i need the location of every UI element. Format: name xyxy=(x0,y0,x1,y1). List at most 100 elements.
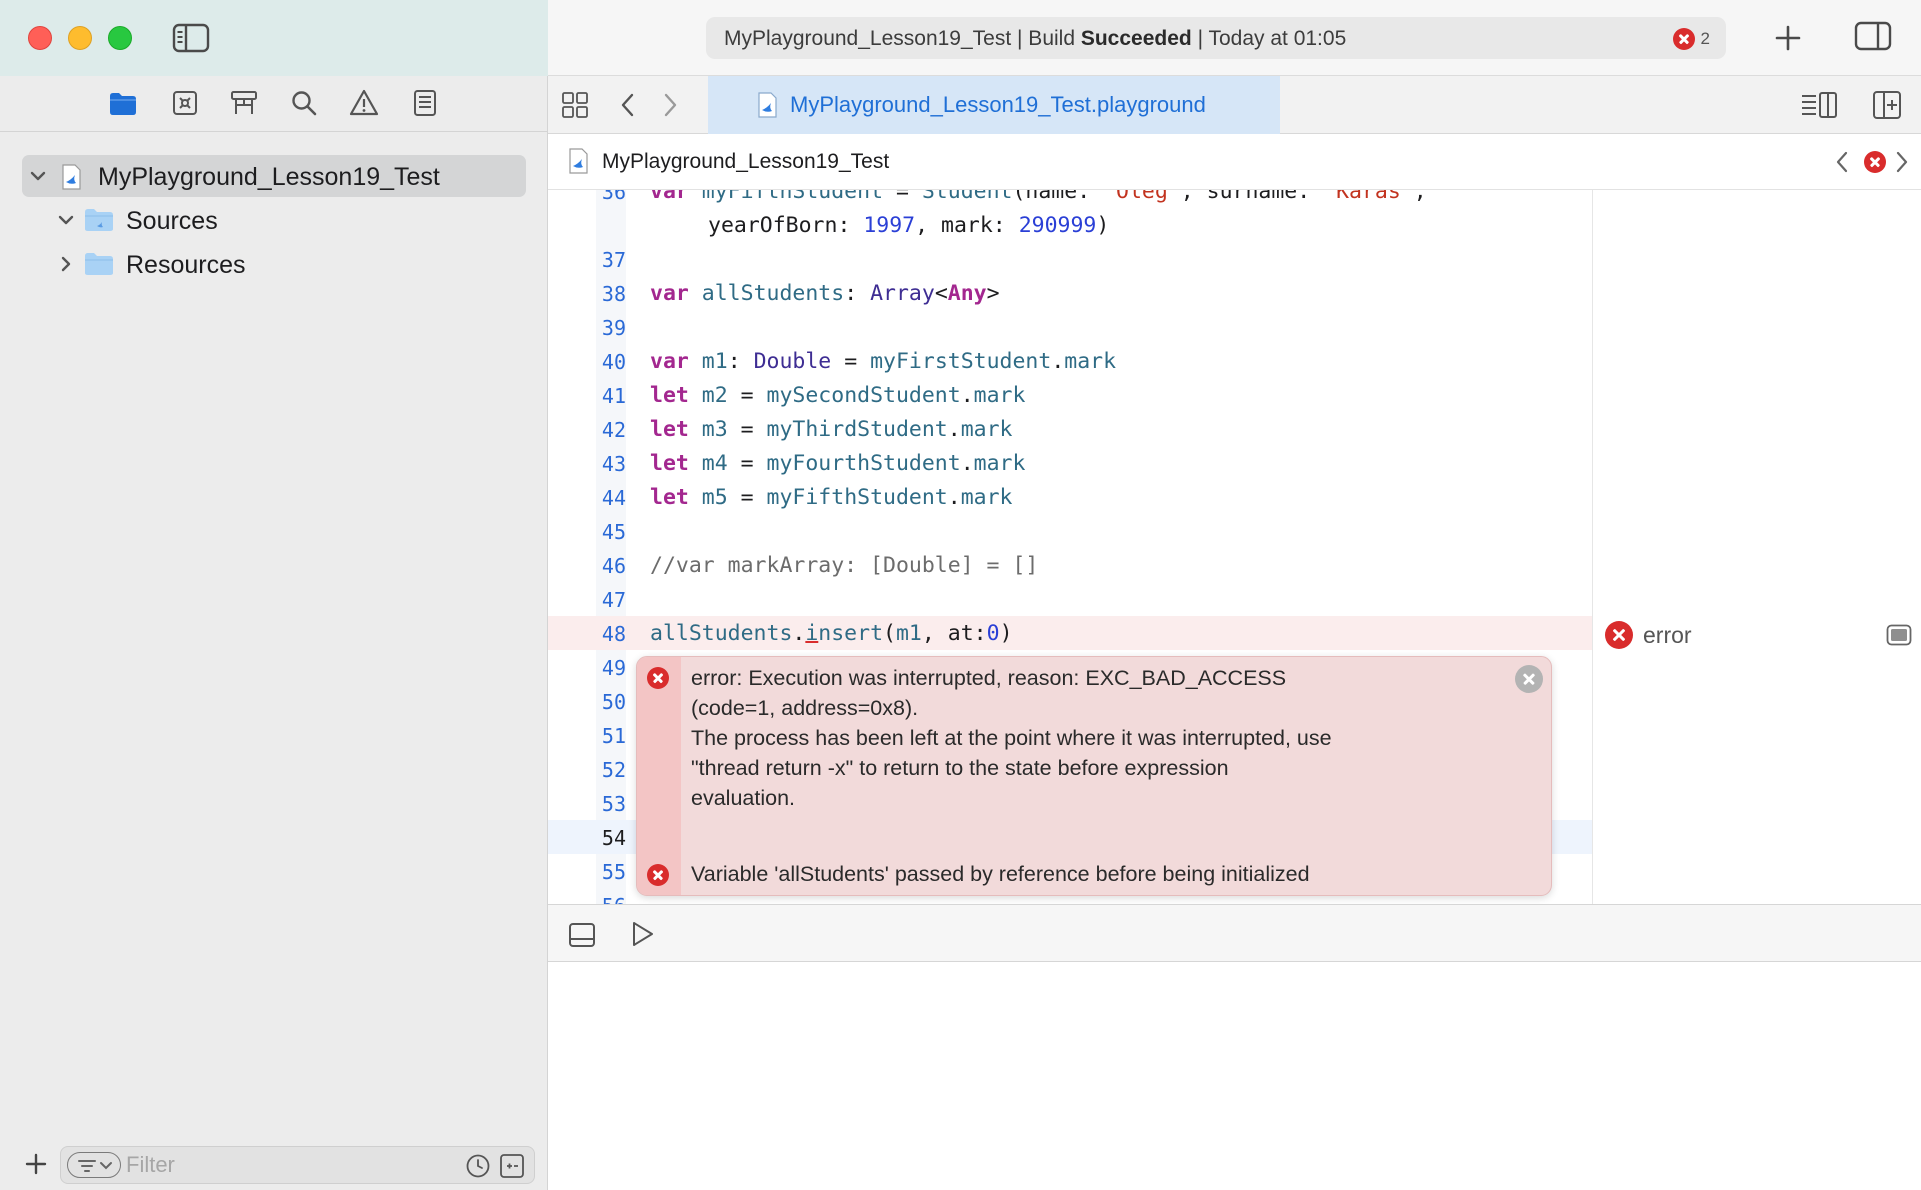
minimize-window-button[interactable] xyxy=(68,26,92,50)
folder-icon[interactable] xyxy=(108,88,138,118)
tab-bar: MyPlayground_Lesson19_Test.playground xyxy=(548,76,1921,134)
line-number: 43 xyxy=(601,452,626,476)
navigator-sidebar: MyPlayground_Lesson19_Test Sources Resou… xyxy=(0,0,548,1190)
playground-file-icon xyxy=(756,92,780,118)
inspector-toggle-icon[interactable] xyxy=(1854,20,1892,56)
build-status: Succeeded xyxy=(1080,27,1192,50)
code-line[interactable]: 36 var myFifthStudent = Student(name: "O… xyxy=(548,190,1592,208)
code-line[interactable]: 46 //var markArray: [Double] = [] xyxy=(548,548,1592,582)
line-number: 47 xyxy=(601,588,626,612)
error-count: 2 xyxy=(1700,29,1710,48)
line-number: 41 xyxy=(601,384,626,408)
source-editor[interactable]: 36 var myFifthStudent = Student(name: "O… xyxy=(548,190,1921,904)
recent-files-icon[interactable] xyxy=(465,1153,491,1179)
tree-item-project[interactable]: MyPlayground_Lesson19_Test xyxy=(22,155,526,197)
report-icon[interactable] xyxy=(410,88,440,118)
tree-item-sources[interactable]: Sources xyxy=(22,199,526,241)
add-icon[interactable] xyxy=(24,1152,48,1176)
code-line[interactable]: 43 let m4 = myFourthStudent.mark xyxy=(548,446,1592,480)
split-editor-icon[interactable] xyxy=(1872,90,1902,120)
line-number: 39 xyxy=(601,316,626,340)
tab-playground[interactable]: MyPlayground_Lesson19_Test.playground xyxy=(708,76,1280,134)
chevron-right-icon[interactable] xyxy=(1894,150,1910,174)
error-message-line: error: Execution was interrupted, reason… xyxy=(691,666,1287,690)
line-number: 37 xyxy=(601,248,626,272)
chevron-right-icon[interactable] xyxy=(660,92,680,118)
code-text: let m4 = myFourthStudent.mark xyxy=(650,451,1026,476)
debug-bar xyxy=(548,904,1921,962)
code-line[interactable]: 40 var m1: Double = myFirstStudent.mark xyxy=(548,344,1592,378)
error-message: error: Execution was interrupted, reason… xyxy=(691,663,1332,813)
code-line[interactable]: 44 let m5 = myFifthStudent.mark xyxy=(548,480,1592,514)
add-library-icon[interactable] xyxy=(1770,20,1806,56)
window-toolbar: MyPlayground_Lesson19_Test | Build Succe… xyxy=(548,0,1921,76)
error-icon xyxy=(647,864,669,886)
error-count-badge[interactable]: 2 xyxy=(1672,27,1710,51)
issue-icon[interactable] xyxy=(349,88,379,118)
error-message-secondary: Variable 'allStudents' passed by referen… xyxy=(691,862,1310,886)
code-text: yearOfBorn: 1997, mark: 290999) xyxy=(708,213,1110,238)
code-line[interactable]: 41 let m2 = mySecondStudent.mark xyxy=(548,378,1592,412)
tree-item-resources[interactable]: Resources xyxy=(22,243,526,285)
code-text: let m2 = mySecondStudent.mark xyxy=(650,383,1026,408)
chevron-left-icon[interactable] xyxy=(618,92,638,118)
code-text: allStudents.insert(m1, at:0) xyxy=(650,621,1013,646)
code-text: var allStudents: Array<Any> xyxy=(650,281,1000,306)
sidebar-bottom-bar: Filter xyxy=(0,1136,548,1190)
hide-debug-area-icon[interactable] xyxy=(568,921,596,949)
error-message-line: "thread return -x" to return to the stat… xyxy=(691,756,1229,780)
code-line[interactable]: 42 let m3 = myThirdStudent.mark xyxy=(548,412,1592,446)
filter-options-icon[interactable] xyxy=(67,1152,121,1178)
chevron-right-icon[interactable] xyxy=(56,254,76,274)
chevron-down-icon[interactable] xyxy=(28,166,48,186)
code-line[interactable]: 37 xyxy=(548,242,1592,276)
line-number: 46 xyxy=(601,554,626,578)
code-text: var m1: Double = myFirstStudent.mark xyxy=(650,349,1117,374)
code-line[interactable]: 45 xyxy=(548,514,1592,548)
source-control-icon[interactable] xyxy=(170,88,200,118)
folder-icon xyxy=(84,208,113,232)
grid-icon[interactable] xyxy=(560,90,590,120)
code-line[interactable]: 38 var allStudents: Array<Any> xyxy=(548,276,1592,310)
playground-file-icon xyxy=(568,148,590,174)
line-number: 42 xyxy=(601,418,626,442)
editor-options-icon[interactable] xyxy=(1800,90,1838,120)
source-control-filter-icon[interactable] xyxy=(499,1153,525,1179)
play-icon[interactable] xyxy=(628,920,656,948)
close-window-button[interactable] xyxy=(28,26,52,50)
chevron-down-icon[interactable] xyxy=(56,210,76,230)
code-line[interactable]: 39 xyxy=(548,310,1592,344)
breadcrumb[interactable]: MyPlayground_Lesson19_Test xyxy=(602,150,889,174)
console-output[interactable] xyxy=(548,962,1921,1190)
result-error-label: error xyxy=(1643,621,1692,648)
code-line[interactable]: 47 xyxy=(548,582,1592,616)
code-line-continuation[interactable]: yearOfBorn: 1997, mark: 290999) xyxy=(548,208,1592,242)
close-icon[interactable] xyxy=(1515,665,1543,693)
line-number: 52 xyxy=(601,758,626,782)
sidebar-toggle-icon[interactable] xyxy=(172,22,210,54)
code-line-error[interactable]: 48 allStudents.insert(m1, at:0) xyxy=(548,616,1592,650)
line-number: 44 xyxy=(601,486,626,510)
error-message-line: evaluation. xyxy=(691,786,795,810)
code-comment: //var markArray: [Double] = [] xyxy=(650,553,1039,578)
quick-look-icon[interactable] xyxy=(1886,624,1912,646)
line-number: 50 xyxy=(601,690,626,714)
line-number: 51 xyxy=(601,724,626,748)
filter-field[interactable]: Filter xyxy=(60,1146,535,1184)
activity-viewer[interactable]: MyPlayground_Lesson19_Test | Build Succe… xyxy=(706,17,1726,59)
playground-file-icon xyxy=(58,164,86,190)
line-number: 38 xyxy=(601,282,626,306)
editor-area: MyPlayground_Lesson19_Test | Build Succe… xyxy=(548,0,1921,1190)
code-text: let m3 = myThirdStudent.mark xyxy=(650,417,1013,442)
result-error[interactable]: error xyxy=(1605,621,1692,649)
error-icon xyxy=(647,667,669,689)
activity-separator: | Build xyxy=(1011,27,1081,50)
line-number: 45 xyxy=(601,520,626,544)
code-text: var myFifthStudent = Student(name: "Oleg… xyxy=(650,190,1427,204)
find-icon[interactable] xyxy=(289,88,319,118)
symbol-icon[interactable] xyxy=(229,88,259,118)
zoom-window-button[interactable] xyxy=(108,26,132,50)
folder-icon xyxy=(84,252,113,276)
chevron-left-icon[interactable] xyxy=(1834,150,1850,174)
issue-navigation-error-icon[interactable] xyxy=(1864,151,1886,173)
